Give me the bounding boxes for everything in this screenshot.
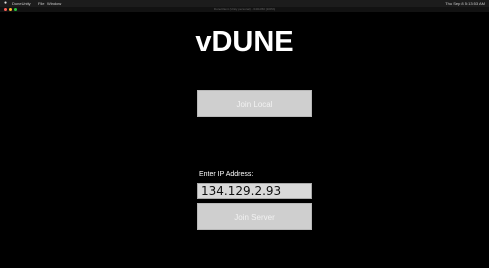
join-server-button[interactable]: Join Server	[197, 203, 312, 230]
menubar-clock: Thu Sep 8 5:13:53 AM	[445, 1, 485, 6]
join-local-button[interactable]: Join Local	[197, 90, 312, 117]
menu-app-name[interactable]: DuneUnity	[12, 0, 31, 7]
ip-address-input[interactable]: 134.129.2.93	[197, 183, 312, 199]
game-view: vDUNE Join Local Enter IP Address: 134.1…	[0, 12, 489, 268]
menu-file[interactable]: File	[38, 0, 44, 7]
ip-address-label: Enter IP Address:	[199, 171, 254, 178]
screen: ● DuneUnity File Window Thu Sep 8 5:13:5…	[0, 0, 489, 268]
game-title: vDUNE	[195, 26, 294, 58]
apple-icon[interactable]: ●	[4, 0, 7, 7]
menu-window[interactable]: Window	[47, 0, 61, 7]
system-menu-bar: ● DuneUnity File Window Thu Sep 8 5:13:5…	[0, 0, 489, 7]
